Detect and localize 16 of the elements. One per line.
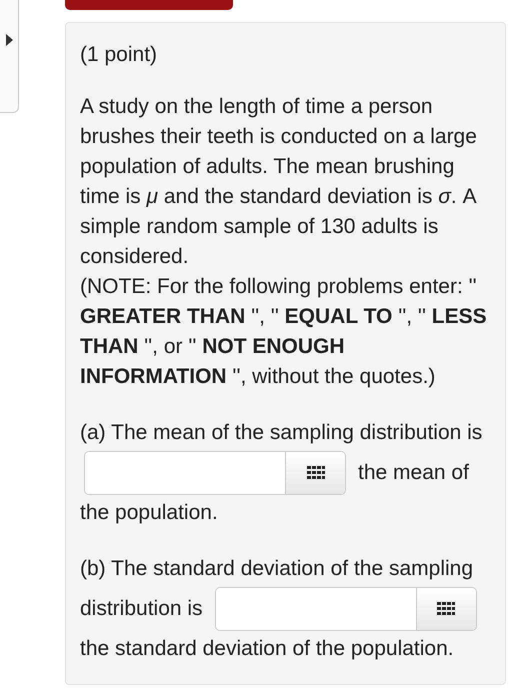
keypad-icon (306, 466, 324, 480)
question-text: the standard deviation of the population. (80, 636, 455, 662)
keypad-icon (437, 602, 456, 616)
answer-field[interactable] (84, 451, 346, 495)
expand-arrow-icon[interactable] (6, 34, 13, 46)
question-text: the population. (80, 500, 219, 526)
question-text: distribution is (80, 596, 203, 622)
answer-field[interactable] (214, 587, 477, 631)
keypad-button[interactable] (416, 588, 476, 630)
question-text: (a) The mean of the sampling distribution is (80, 420, 484, 446)
question-text: (b) The standard deviation of the sampling (80, 556, 474, 582)
points-label: (1 point) (80, 42, 158, 68)
keypad-button[interactable] (285, 452, 345, 494)
question-text: the mean of (358, 460, 469, 486)
instruction-note: (NOTE: For the following problems enter: '' GREATER THAN '', '' EQUAL TO '', '' LESS THAN '', or '' NOT ENOUGH INFORMATION '', without the quotes.) (80, 274, 488, 390)
problem-statement: A study on the length of time a person brushes their teeth is conducted on a large population of adults. The mean brushing time is μ and the standard deviation is σ. A simple random sample of 130 adults is considered. (80, 94, 478, 270)
